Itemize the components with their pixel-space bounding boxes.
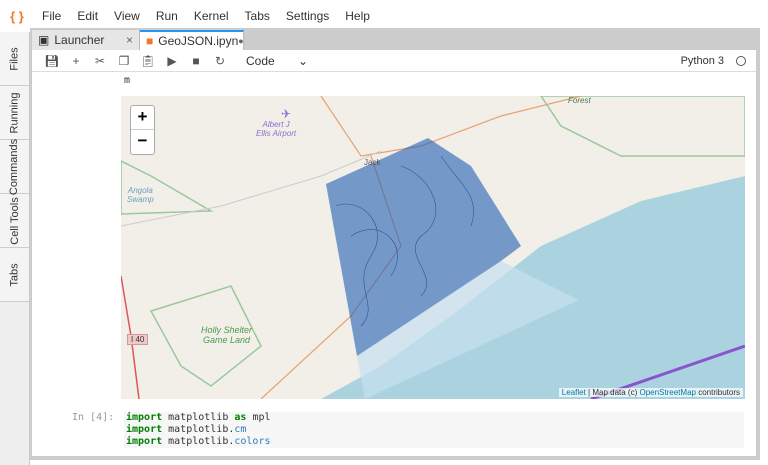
- sidebar-tab-label: Running: [8, 92, 21, 133]
- tab-launcher[interactable]: ▣ Launcher ×: [32, 30, 140, 50]
- modified-dot-icon[interactable]: ●: [238, 36, 243, 46]
- cell-type-value: Code: [246, 53, 275, 68]
- sidebar-tab-running[interactable]: Running: [0, 86, 29, 140]
- restart-icon[interactable]: ↻: [208, 54, 232, 68]
- osm-link[interactable]: OpenStreetMap: [639, 388, 695, 397]
- leaflet-link[interactable]: Leaflet: [562, 388, 586, 397]
- notebook-toolbar: 💾︎ + ✂ ❐ 📋︎ ▶ ■ ↻ Code ⌄ Python 3: [32, 50, 756, 72]
- forest-label: Forest: [568, 96, 591, 105]
- tab-label: GeoJSON.ipyn: [158, 34, 239, 48]
- sidebar-tab-commands[interactable]: Commands: [0, 138, 29, 195]
- code-line: import matplotlib.cm: [126, 424, 247, 435]
- output-text: m: [124, 75, 131, 86]
- road: [320, 96, 582, 157]
- sidebar-tab-label: Commands: [8, 138, 21, 195]
- chevron-down-icon: ⌄: [297, 53, 308, 68]
- save-icon[interactable]: 💾︎: [40, 54, 64, 68]
- sidebar-tab-tabs[interactable]: Tabs: [0, 248, 29, 302]
- forest-area: [540, 96, 745, 157]
- copy-icon[interactable]: ❐: [112, 54, 136, 68]
- code-editor[interactable]: import matplotlib as mpl import matplotl…: [124, 412, 744, 448]
- airport-icon: ✈: [281, 107, 291, 121]
- zoom-control: + −: [130, 105, 155, 155]
- notebook-panel: 💾︎ + ✂ ❐ 📋︎ ▶ ■ ↻ Code ⌄ Python 3 m ✈ Alb…: [32, 50, 756, 456]
- game-land-label: Holly Shelter Game Land: [201, 325, 253, 345]
- sidebar-tab-cell-tools[interactable]: Cell Tools: [0, 194, 29, 248]
- launcher-icon: ▣: [38, 33, 50, 47]
- add-icon[interactable]: +: [64, 54, 88, 68]
- paste-icon[interactable]: 📋︎: [136, 54, 160, 68]
- cut-icon[interactable]: ✂: [88, 54, 112, 68]
- menu-run[interactable]: Run: [148, 9, 186, 23]
- run-icon[interactable]: ▶: [160, 54, 184, 68]
- code-line: import matplotlib.colors: [126, 436, 271, 447]
- leaflet-map[interactable]: ✈ Albert J Ellis Airport Angola Swamp Ho…: [121, 96, 745, 399]
- map-attribution: Leaflet | Map data (c) OpenStreetMap con…: [558, 388, 743, 397]
- jupyter-logo-icon: { }: [10, 8, 24, 24]
- main-area: ▣ Launcher × ■ GeoJSON.ipyn ● 💾︎ + ✂ ❐ 📋…: [30, 28, 760, 460]
- swamp-label: Angola Swamp: [127, 186, 154, 204]
- sidebar-tab-label: Tabs: [8, 262, 21, 287]
- menu-settings[interactable]: Settings: [278, 9, 337, 23]
- attribution-text: contributors: [695, 388, 740, 397]
- highway-shield: I 40: [127, 334, 149, 345]
- zoom-out-button[interactable]: −: [131, 130, 154, 154]
- kernel-name[interactable]: Python 3: [681, 55, 724, 67]
- menu-tabs[interactable]: Tabs: [237, 9, 278, 23]
- menu-help[interactable]: Help: [337, 9, 378, 23]
- code-line: import matplotlib as mpl: [126, 412, 271, 423]
- kernel-status-icon: [736, 55, 746, 66]
- zoom-in-button[interactable]: +: [131, 106, 154, 130]
- stop-icon[interactable]: ■: [184, 54, 208, 68]
- tab-bar: ▣ Launcher × ■ GeoJSON.ipyn ●: [32, 30, 756, 50]
- menu-view[interactable]: View: [106, 9, 148, 23]
- attribution-text: | Map data (c): [585, 388, 640, 397]
- cell-type-select[interactable]: Code ⌄: [246, 54, 308, 68]
- town-label: Jack: [364, 158, 381, 167]
- close-icon[interactable]: ×: [126, 33, 133, 47]
- cell-prompt: In [4]:: [72, 412, 115, 423]
- menu-edit[interactable]: Edit: [69, 9, 106, 23]
- left-sidebar: Files Running Commands Cell Tools Tabs: [0, 32, 30, 465]
- sidebar-tab-label: Files: [8, 46, 21, 71]
- map-tiles: ✈: [121, 96, 745, 399]
- menu-kernel[interactable]: Kernel: [186, 9, 237, 23]
- tab-geojson[interactable]: ■ GeoJSON.ipyn ●: [140, 30, 244, 50]
- sidebar-tab-files[interactable]: Files: [0, 32, 29, 86]
- notebook-icon: ■: [146, 34, 154, 48]
- sidebar-tab-label: Cell Tools: [8, 196, 21, 245]
- airport-label: Albert J Ellis Airport: [256, 120, 297, 138]
- menu-file[interactable]: File: [34, 9, 69, 23]
- tab-label: Launcher: [54, 33, 105, 47]
